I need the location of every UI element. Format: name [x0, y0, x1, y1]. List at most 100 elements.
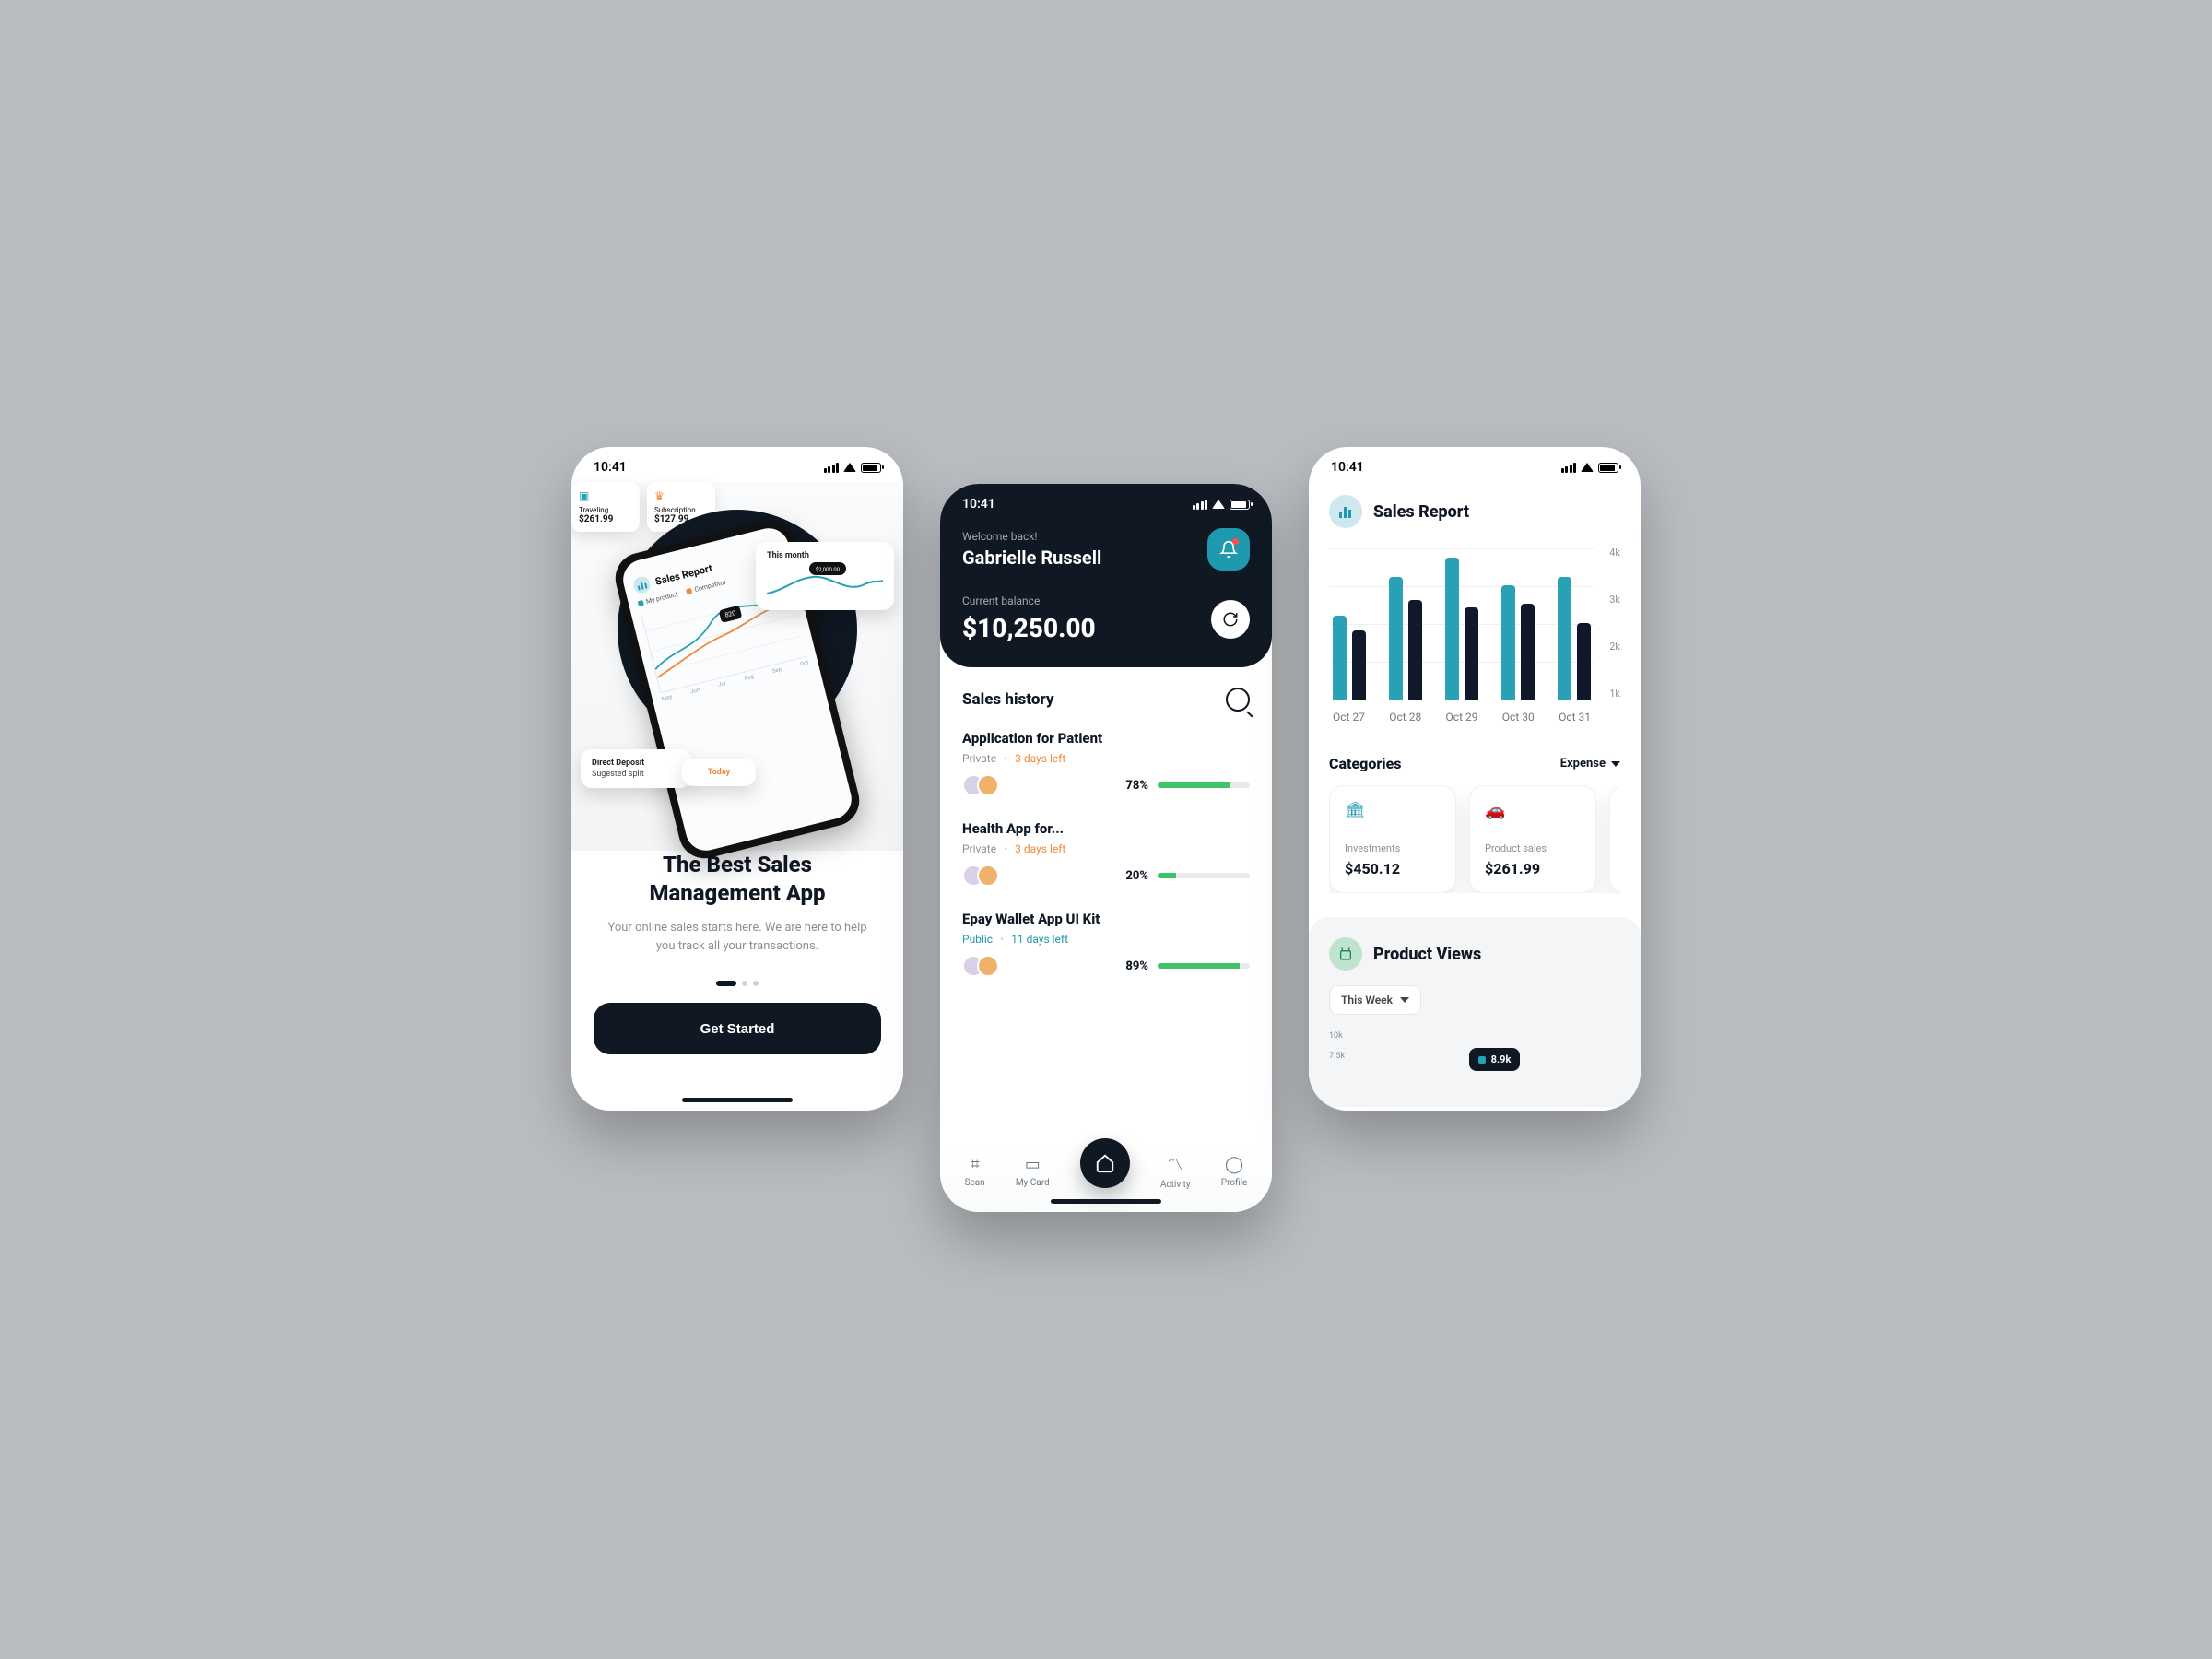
get-started-button[interactable]: Get Started	[594, 1003, 881, 1054]
float-today: Today	[682, 759, 756, 786]
history-item-title: Application for Patient	[962, 730, 1250, 747]
history-item[interactable]: Epay Wallet App UI Kit Public • 11 days …	[962, 911, 1250, 977]
period-selector[interactable]: This Week	[1329, 985, 1421, 1015]
welcome-label: Welcome back!	[962, 530, 1101, 543]
signal-icon	[824, 463, 840, 473]
status-bar: 10:41	[571, 447, 903, 482]
battery-icon	[1598, 463, 1618, 473]
bag-icon	[1329, 937, 1362, 971]
history-item-deadline: 3 days left	[1015, 842, 1065, 855]
screen-report: 10:41 Sales Report 4k3k2k1k	[1309, 447, 1641, 1111]
signal-icon	[1193, 500, 1208, 510]
chart-bar	[1352, 630, 1366, 700]
status-time: 10:41	[962, 497, 995, 512]
float-this-month: This month $2,000.00	[756, 542, 894, 610]
history-item-percent: 89%	[1125, 959, 1148, 973]
onboarding-hero: Sales Report My product Competitor 820	[571, 482, 903, 851]
chart-bar	[1389, 577, 1403, 700]
user-name: Gabrielle Russell	[962, 547, 1101, 569]
home-indicator	[682, 1098, 793, 1102]
history-item-avatars	[962, 955, 999, 977]
category-card[interactable]: 🚗 Product sales $261.99	[1469, 785, 1596, 893]
status-icons	[1193, 500, 1251, 510]
scan-icon: ⌗	[971, 1155, 980, 1174]
category-card[interactable]: ♛ Subscription $127.99	[1609, 785, 1620, 893]
categories-title: Categories	[1329, 755, 1402, 772]
sales-history-title: Sales history	[962, 690, 1054, 709]
balance-label: Current balance	[962, 594, 1096, 607]
history-item-percent: 20%	[1125, 869, 1148, 883]
onboarding-subtitle: Your online sales starts here. We are he…	[599, 919, 876, 955]
history-item-deadline: 3 days left	[1015, 752, 1065, 765]
category-icon: 🏛	[1345, 801, 1441, 820]
page-dots[interactable]	[571, 981, 903, 986]
crown-icon: ♛	[654, 489, 708, 502]
wifi-icon	[1212, 500, 1225, 509]
screen-onboarding: 10:41 Sales Report My produ	[571, 447, 903, 1111]
search-icon[interactable]	[1226, 688, 1250, 712]
history-item[interactable]: Application for Patient Private • 3 days…	[962, 730, 1250, 796]
chart-icon	[632, 575, 653, 595]
history-item-visibility: Private	[962, 752, 996, 765]
chart-bar	[1465, 607, 1478, 700]
card-icon: ▭	[1025, 1155, 1041, 1174]
chevron-down-icon	[1400, 997, 1409, 1003]
status-bar: 10:41	[940, 484, 1272, 519]
status-time: 10:41	[1331, 460, 1364, 475]
category-label: Investments	[1345, 842, 1441, 854]
status-icons	[1561, 463, 1619, 473]
chart-bar	[1521, 604, 1535, 700]
progress-bar	[1158, 873, 1250, 878]
progress-bar	[1158, 963, 1250, 969]
profile-icon: ◯	[1225, 1155, 1243, 1174]
wifi-icon	[1581, 463, 1594, 472]
svg-text:$2,000.00: $2,000.00	[816, 567, 841, 573]
chart-bar	[1333, 616, 1347, 700]
chart-bar	[1577, 623, 1591, 700]
onboarding-title: The Best Sales Management App	[599, 851, 876, 908]
history-item-title: Health App for...	[962, 820, 1250, 837]
category-label: Product sales	[1485, 842, 1581, 854]
report-title: Sales Report	[1373, 502, 1469, 522]
history-item-visibility: Private	[962, 842, 996, 855]
nav-profile[interactable]: ◯ Profile	[1221, 1155, 1248, 1188]
nav-activity[interactable]: 〽 Activity	[1160, 1152, 1191, 1190]
signal-icon	[1561, 463, 1577, 473]
status-time: 10:41	[594, 460, 627, 475]
history-item-deadline: 11 days left	[1011, 933, 1068, 946]
status-bar: 10:41	[1309, 447, 1641, 482]
screen-dashboard: 10:41 Welcome back! Gabrielle Russell	[940, 484, 1272, 1212]
refresh-button[interactable]	[1211, 600, 1250, 639]
nav-mycard[interactable]: ▭ My Card	[1016, 1155, 1050, 1188]
chart-bar	[1501, 585, 1515, 700]
history-item-title: Epay Wallet App UI Kit	[962, 911, 1250, 927]
nav-scan[interactable]: ⌗ Scan	[965, 1155, 985, 1188]
product-views-title: Product Views	[1373, 945, 1481, 964]
status-icons	[824, 463, 882, 473]
chevron-down-icon	[1611, 761, 1620, 767]
categories-filter[interactable]: Expense	[1560, 757, 1620, 771]
category-icon: 🚗	[1485, 801, 1581, 820]
wifi-icon	[843, 463, 856, 472]
notifications-button[interactable]	[1207, 528, 1250, 571]
history-item-avatars	[962, 774, 999, 796]
battery-icon	[1230, 500, 1250, 510]
car-icon: ▣	[579, 489, 632, 502]
views-tooltip: 8.9k	[1469, 1048, 1521, 1071]
progress-bar	[1158, 782, 1250, 788]
category-value: $450.12	[1345, 860, 1441, 877]
nav-home[interactable]	[1080, 1138, 1130, 1188]
sales-bar-chart: 4k3k2k1k Oct 27Oct 28Oct 29Oct 30Oct 31	[1329, 547, 1620, 731]
battery-icon	[861, 463, 881, 473]
history-item[interactable]: Health App for... Private • 3 days left …	[962, 820, 1250, 887]
float-direct-deposit: Direct Deposit Sugested split	[581, 749, 691, 788]
balance-value: $10,250.00	[962, 613, 1096, 643]
chart-icon	[1329, 495, 1362, 528]
history-item-visibility: Public	[962, 933, 993, 946]
category-value: $261.99	[1485, 860, 1581, 877]
chart-bar	[1408, 600, 1422, 700]
history-item-avatars	[962, 865, 999, 887]
history-item-percent: 78%	[1125, 779, 1148, 793]
category-card[interactable]: 🏛 Investments $450.12	[1329, 785, 1456, 893]
activity-icon: 〽	[1167, 1152, 1183, 1176]
